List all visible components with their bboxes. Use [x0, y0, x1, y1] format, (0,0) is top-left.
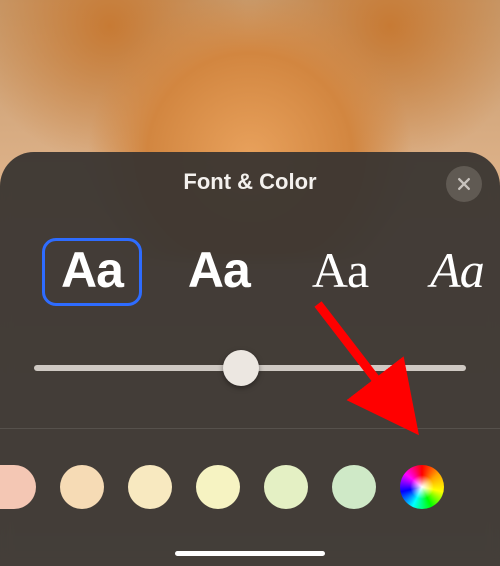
color-swatch-row[interactable]: [0, 457, 500, 517]
color-swatch-6[interactable]: [332, 465, 376, 509]
section-divider: [0, 428, 500, 429]
font-option-1[interactable]: Aa: [42, 238, 142, 306]
color-swatch-1[interactable]: [0, 465, 36, 509]
font-option-4[interactable]: Aa: [414, 241, 500, 303]
color-swatch-5[interactable]: [264, 465, 308, 509]
slider-thumb[interactable]: [223, 350, 259, 386]
color-picker-button[interactable]: [400, 465, 444, 509]
home-indicator[interactable]: [175, 551, 325, 556]
font-color-sheet: Font & Color Aa Aa Aa Aa: [0, 152, 500, 566]
color-swatch-4[interactable]: [196, 465, 240, 509]
sheet-header: Font & Color: [0, 152, 500, 212]
font-style-row[interactable]: Aa Aa Aa Aa: [0, 226, 500, 318]
font-weight-slider[interactable]: [34, 348, 466, 388]
screen: Font & Color Aa Aa Aa Aa: [0, 0, 500, 566]
sheet-title: Font & Color: [183, 169, 316, 195]
color-swatch-2[interactable]: [60, 465, 104, 509]
font-option-3[interactable]: Aa: [296, 241, 384, 303]
close-button[interactable]: [446, 166, 482, 202]
close-icon: [456, 176, 472, 192]
color-swatch-3[interactable]: [128, 465, 172, 509]
font-option-2[interactable]: Aa: [172, 241, 266, 303]
